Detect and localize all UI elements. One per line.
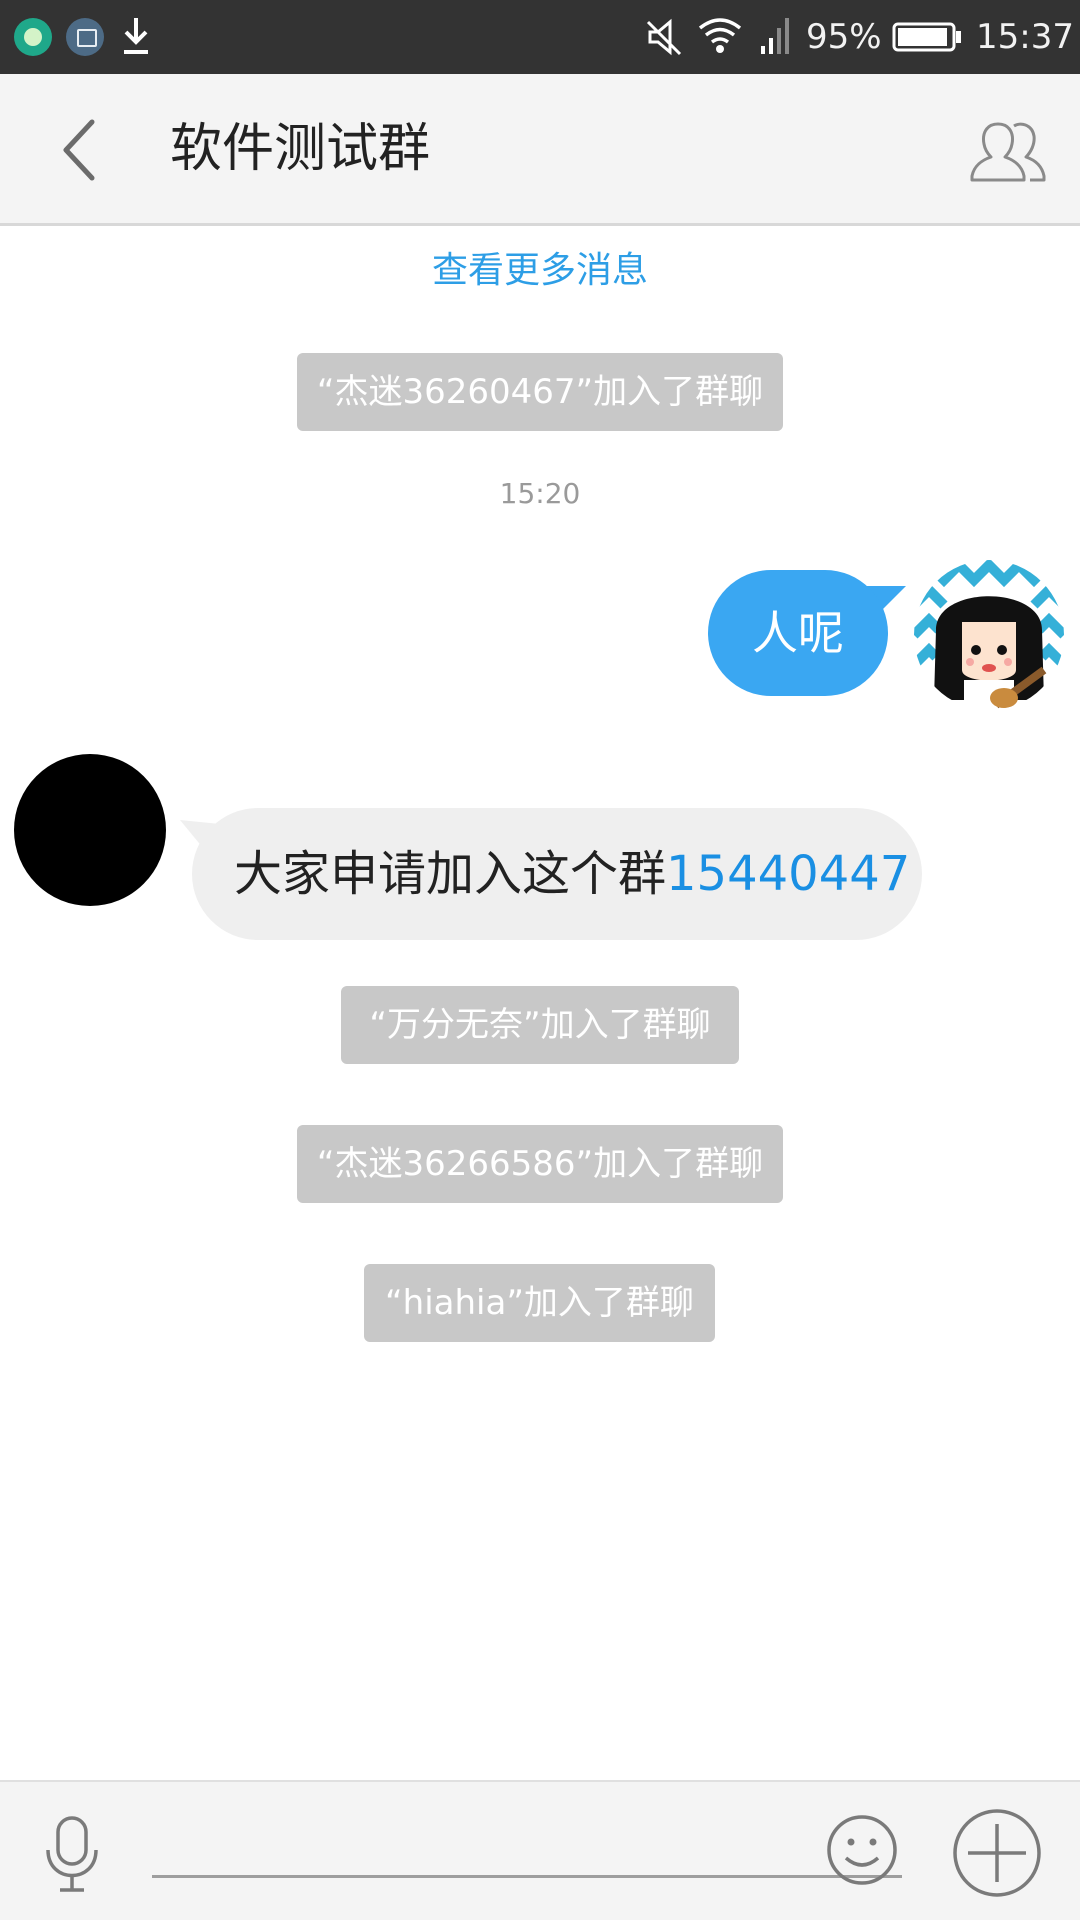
smiley-icon[interactable] (826, 1814, 898, 1886)
app-notification-icon (14, 18, 52, 56)
screenshot-icon (66, 18, 104, 56)
sender-avatar[interactable] (14, 754, 166, 906)
chat-area[interactable]: 查看更多消息 “杰迷36260467”加入了群聊 15:20 人呢 大家申请加入… (0, 226, 1080, 1780)
system-message: “万分无奈”加入了群聊 (341, 986, 739, 1064)
page-title: 软件测试群 (170, 119, 431, 179)
status-clock: 15:37 (976, 17, 1074, 57)
sent-message-bubble[interactable]: 人呢 (708, 570, 888, 696)
mute-icon (646, 18, 682, 56)
self-avatar[interactable] (914, 560, 1064, 710)
status-bar: 95% 15:37 (0, 0, 1080, 74)
message-input[interactable] (152, 1812, 902, 1878)
system-message: “杰迷36266586”加入了群聊 (297, 1125, 783, 1203)
input-bar (0, 1780, 1080, 1920)
back-chevron-icon[interactable] (48, 110, 118, 190)
received-message-bubble[interactable]: 大家申请加入这个群15440447 (192, 808, 922, 940)
message-timestamp: 15:20 (499, 477, 581, 510)
microphone-icon[interactable] (40, 1814, 104, 1894)
download-icon (124, 18, 148, 54)
message-text: 大家申请加入这个群 (234, 846, 667, 902)
load-more-messages-link[interactable]: 查看更多消息 (0, 246, 1080, 296)
system-message: “杰迷36260467”加入了群聊 (297, 353, 783, 431)
group-number-link[interactable]: 15440447 (666, 846, 910, 902)
battery-icon (892, 22, 961, 52)
group-members-icon[interactable] (968, 114, 1048, 190)
wifi-icon (698, 18, 742, 53)
cartoon-girl-avatar-icon (914, 560, 1064, 710)
system-message: “hiahia”加入了群聊 (364, 1264, 715, 1342)
signal-icon (761, 18, 789, 54)
title-bar: 软件测试群 (0, 74, 1080, 226)
plus-circle-icon[interactable] (952, 1808, 1042, 1898)
battery-percentage: 95% (806, 17, 882, 57)
